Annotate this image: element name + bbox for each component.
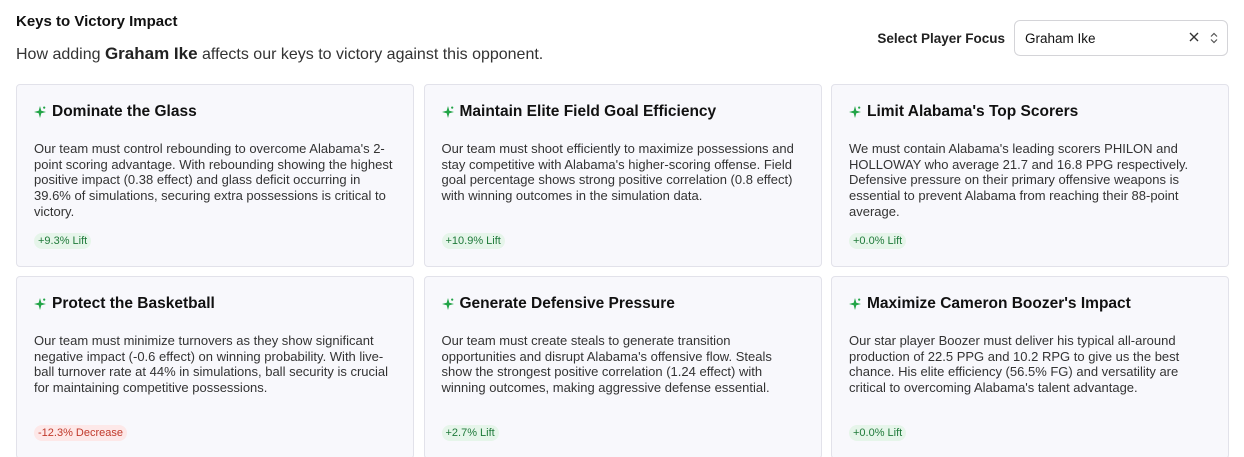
card-description: Our team must shoot efficiently to maxim… [441, 141, 794, 204]
key-card: Maximize Cameron Boozer's Impact Our star… [831, 276, 1229, 457]
card-description: We must contain Alabama's leading scorer… [849, 141, 1189, 219]
page-subtitle: How adding Graham Ike affects our keys t… [16, 43, 543, 66]
card-header: Protect the Basketball [34, 293, 396, 315]
impact-badge: +0.0% Lift [849, 425, 907, 441]
subtitle-suffix: affects our keys to victory against this… [202, 46, 544, 63]
player-focus-value: Graham Ike [1025, 30, 1096, 46]
card-title: Limit Alabama's Top Scorers [867, 103, 1079, 120]
sparkle-icon [849, 106, 861, 118]
clear-selection-icon[interactable] [1187, 30, 1201, 44]
impact-badge: +9.3% Lift [34, 233, 92, 249]
impact-badge: +0.0% Lift [849, 233, 907, 249]
sparkle-icon [441, 106, 454, 118]
key-card: Dominate the Glass Our team must control … [16, 84, 414, 267]
chevron-up-down-icon[interactable] [1209, 31, 1219, 45]
key-card: Protect the Basketball Our team must mini… [16, 276, 414, 457]
sparkle-icon [34, 298, 46, 310]
sparkle-icon [849, 298, 861, 310]
card-title: Protect the Basketball [52, 295, 215, 312]
card-header: Limit Alabama's Top Scorers [849, 101, 1211, 123]
sparkle-icon [34, 106, 46, 118]
card-header: Maximize Cameron Boozer's Impact [849, 293, 1211, 315]
sparkle-icon [441, 298, 454, 310]
card-description: Our star player Boozer must deliver his … [849, 333, 1180, 396]
key-card: Maintain Elite Field Goal Efficiency Our … [423, 84, 822, 267]
card-title: Maximize Cameron Boozer's Impact [867, 295, 1131, 312]
player-focus-label: Select Player Focus [877, 30, 1005, 46]
card-header: Generate Defensive Pressure [441, 293, 804, 315]
card-header: Dominate the Glass [34, 101, 396, 123]
player-focus-select[interactable]: Graham Ike [1014, 20, 1228, 56]
key-card: Limit Alabama's Top Scorers We must conta… [831, 84, 1229, 267]
player-focus-control: Select Player Focus Graham Ike [877, 20, 1228, 56]
card-header: Maintain Elite Field Goal Efficiency [441, 101, 804, 123]
key-card: Generate Defensive Pressure Our team must… [423, 276, 822, 457]
subtitle-player-name: Graham Ike [104, 44, 198, 63]
keys-grid: Dominate the Glass Our team must control … [16, 84, 1229, 457]
card-description: Our team must minimize turnovers as they… [34, 333, 389, 396]
card-description: Our team must control rebounding to over… [34, 141, 393, 219]
card-title: Maintain Elite Field Goal Efficiency [459, 103, 717, 120]
page-header: Keys to Victory Impact How adding Graham… [16, 12, 1228, 72]
subtitle-prefix: How adding [16, 46, 101, 63]
impact-badge: -12.3% Decrease [34, 425, 127, 441]
impact-badge: +10.9% Lift [441, 233, 505, 249]
card-description: Our team must create steals to generate … [441, 333, 772, 396]
impact-badge: +2.7% Lift [441, 425, 499, 441]
card-title: Dominate the Glass [52, 103, 197, 120]
card-title: Generate Defensive Pressure [459, 295, 675, 312]
